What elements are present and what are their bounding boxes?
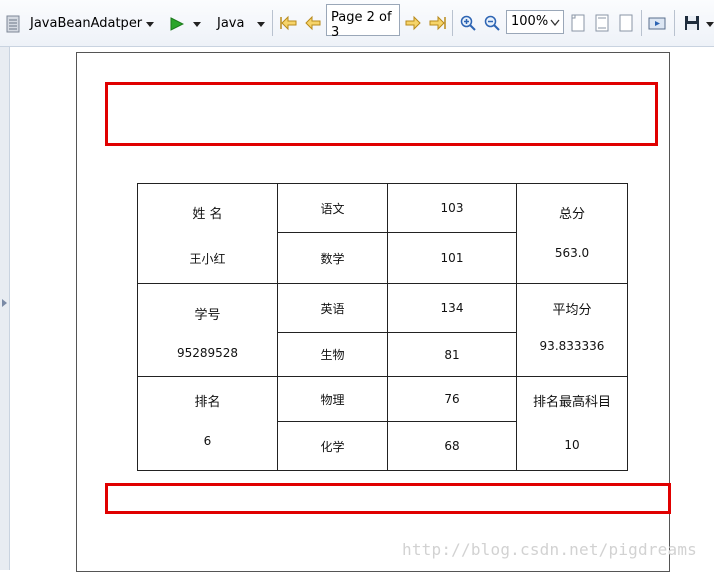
chevron-down-icon[interactable] — [706, 22, 714, 27]
subject-name: 物理 — [277, 376, 388, 422]
top-subject-label: 排名最高科目 — [532, 395, 611, 410]
subject-score: 76 — [387, 376, 517, 422]
top-subject-value: 10 — [564, 438, 580, 452]
id-value: 95289528 — [176, 346, 239, 360]
chevron-down-icon[interactable] — [550, 16, 560, 31]
student-id-cell — [137, 283, 278, 377]
fit-width-icon[interactable] — [618, 14, 634, 36]
subject-score: 134 — [387, 283, 517, 333]
average-cell — [516, 283, 628, 377]
subject-score: 81 — [387, 332, 517, 377]
zoom-out-icon[interactable] — [484, 15, 500, 35]
data-source-select[interactable]: JavaBeanAdatper — [30, 16, 142, 31]
report-toolbar: JavaBeanAdatper Java Page 2 of 3 100% — [0, 0, 714, 47]
previous-page-icon[interactable] — [304, 15, 322, 35]
score-report-table: 姓 名 王小红 学号 95289528 排名 6 语文 103 数学 101 英… — [137, 183, 628, 471]
first-page-icon[interactable] — [280, 15, 298, 35]
total-label: 总分 — [558, 207, 585, 222]
subject-name: 英语 — [277, 283, 388, 333]
watermark-text: http://blog.csdn.net/pigdreams — [402, 540, 697, 559]
language-select[interactable]: Java — [217, 16, 244, 31]
expand-panel-icon[interactable] — [2, 299, 7, 307]
name-label: 姓 名 — [192, 207, 223, 222]
footer-band-frame — [105, 483, 671, 514]
toolbar-separator — [272, 10, 273, 36]
zoom-in-icon[interactable] — [460, 15, 476, 35]
page-indicator-field[interactable]: Page 2 of 3 — [326, 4, 400, 40]
export-icon[interactable] — [648, 15, 666, 35]
chevron-down-icon[interactable] — [146, 22, 154, 27]
zoom-select[interactable]: 100% — [506, 10, 564, 34]
fit-page-icon[interactable] — [594, 14, 610, 36]
document-list-icon[interactable] — [6, 15, 20, 37]
name-value: 王小红 — [189, 252, 226, 266]
zoom-value: 100% — [511, 14, 549, 29]
subject-name: 数学 — [277, 232, 388, 284]
total-cell — [516, 183, 628, 284]
chevron-down-icon[interactable] — [257, 22, 265, 27]
subject-score: 101 — [387, 232, 517, 284]
rank-value: 6 — [203, 434, 212, 448]
save-icon[interactable] — [684, 15, 700, 35]
last-page-icon[interactable] — [428, 15, 446, 35]
toolbar-separator — [641, 10, 642, 36]
subject-score: 103 — [387, 183, 517, 233]
rank-label: 排名 — [194, 395, 221, 410]
chevron-down-icon[interactable] — [193, 22, 201, 27]
total-value: 563.0 — [554, 246, 590, 260]
actual-size-icon[interactable] — [570, 14, 586, 36]
student-info-cell — [137, 183, 278, 284]
average-value: 93.833336 — [539, 339, 605, 353]
run-icon[interactable] — [170, 16, 185, 35]
header-band-frame — [105, 82, 658, 146]
subject-name: 生物 — [277, 332, 388, 377]
side-panel-collapsed[interactable] — [0, 47, 10, 570]
toolbar-separator — [452, 10, 453, 36]
next-page-icon[interactable] — [404, 15, 422, 35]
subject-score: 68 — [387, 421, 517, 471]
subject-name: 化学 — [277, 421, 388, 471]
id-label: 学号 — [194, 308, 221, 323]
average-label: 平均分 — [552, 303, 592, 318]
subject-name: 语文 — [277, 183, 388, 233]
toolbar-separator — [674, 10, 675, 36]
